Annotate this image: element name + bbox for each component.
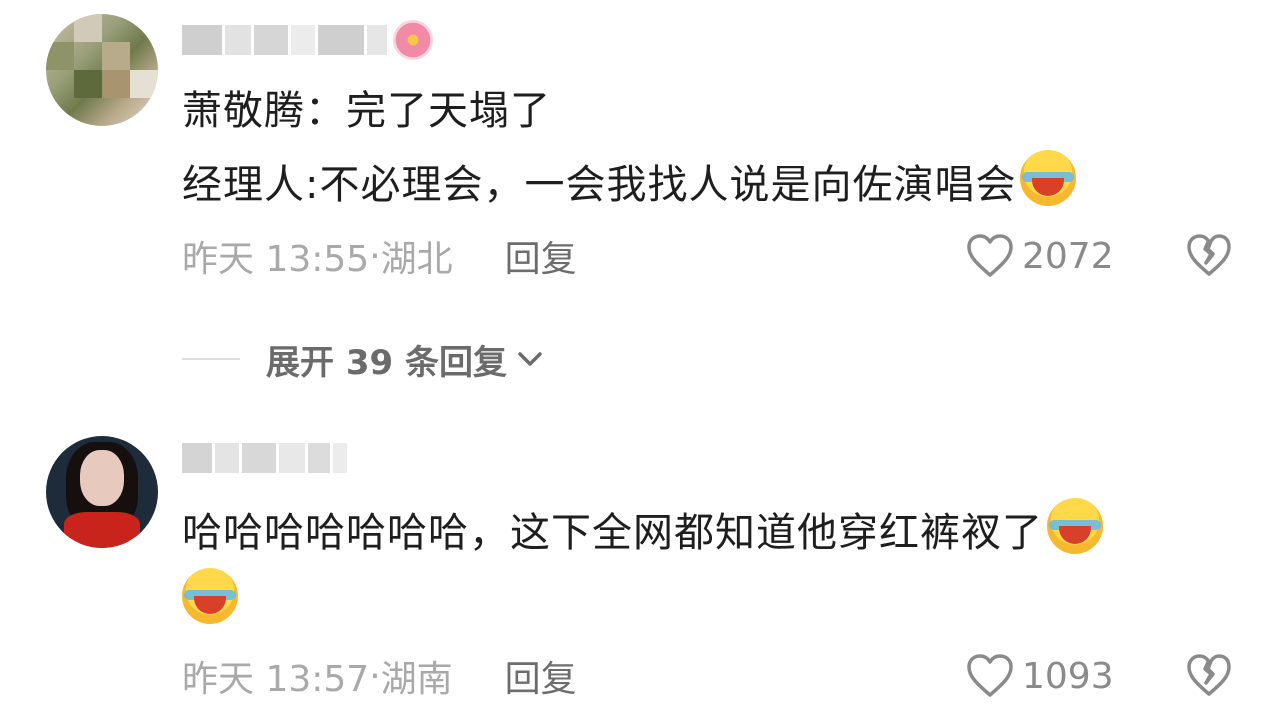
- avatar[interactable]: [46, 14, 158, 126]
- like-count: 2072: [1022, 235, 1114, 277]
- expand-replies-button[interactable]: 展开 39 条回复: [182, 334, 547, 384]
- comment-text-line-with-emoji: 经理人:不必理会，一会我找人说是向佐演唱会: [182, 148, 1077, 222]
- avatar[interactable]: [46, 436, 158, 548]
- emoji-line: [182, 566, 238, 640]
- comment-text: 经理人:不必理会，一会我找人说是向佐演唱会: [182, 162, 1017, 208]
- reply-button[interactable]: 回复: [505, 230, 577, 282]
- like-button[interactable]: 2072: [966, 230, 1114, 282]
- chevron-down-icon: [518, 352, 542, 366]
- like-button[interactable]: 1093: [966, 650, 1114, 702]
- comment-location: 湖北: [380, 239, 453, 280]
- username-blurred[interactable]: [182, 436, 347, 480]
- broken-heart-icon[interactable]: [1186, 233, 1232, 279]
- comment-text-line-with-emoji: 哈哈哈哈哈哈哈，这下全网都知道他穿红裤衩了: [182, 496, 1103, 570]
- comment-meta: 昨天 13:55 · 湖北 回复: [182, 230, 577, 282]
- laughing-crying-emoji-icon: [1020, 150, 1077, 206]
- expand-replies-label: 展开 39 条回复: [266, 342, 507, 383]
- reply-button[interactable]: 回复: [505, 650, 577, 702]
- heart-icon: [967, 234, 1013, 277]
- comment-time: 昨天 13:55: [182, 239, 370, 280]
- comment-meta: 昨天 13:57 · 湖南 回复: [182, 650, 577, 702]
- username-blurred[interactable]: [182, 18, 433, 62]
- mosaic-blur: [182, 25, 387, 55]
- comment-text: 哈哈哈哈哈哈哈，这下全网都知道他穿红裤衩了: [182, 510, 1043, 556]
- laughing-crying-emoji-icon: [1047, 498, 1103, 554]
- mosaic-blur: [182, 443, 347, 473]
- comment-time: 昨天 13:57: [182, 659, 370, 700]
- comment-location: 湖南: [380, 659, 453, 700]
- laughing-crying-emoji-icon: [182, 568, 238, 624]
- dot-separator: ·: [369, 235, 381, 277]
- divider-line: [182, 358, 240, 360]
- comment-text-line: 萧敬腾：完了天塌了: [182, 88, 551, 134]
- broken-heart-icon[interactable]: [1186, 653, 1232, 699]
- dot-separator: ·: [369, 655, 381, 697]
- flower-icon: [393, 20, 433, 60]
- like-count: 1093: [1022, 655, 1114, 697]
- heart-icon: [967, 654, 1013, 697]
